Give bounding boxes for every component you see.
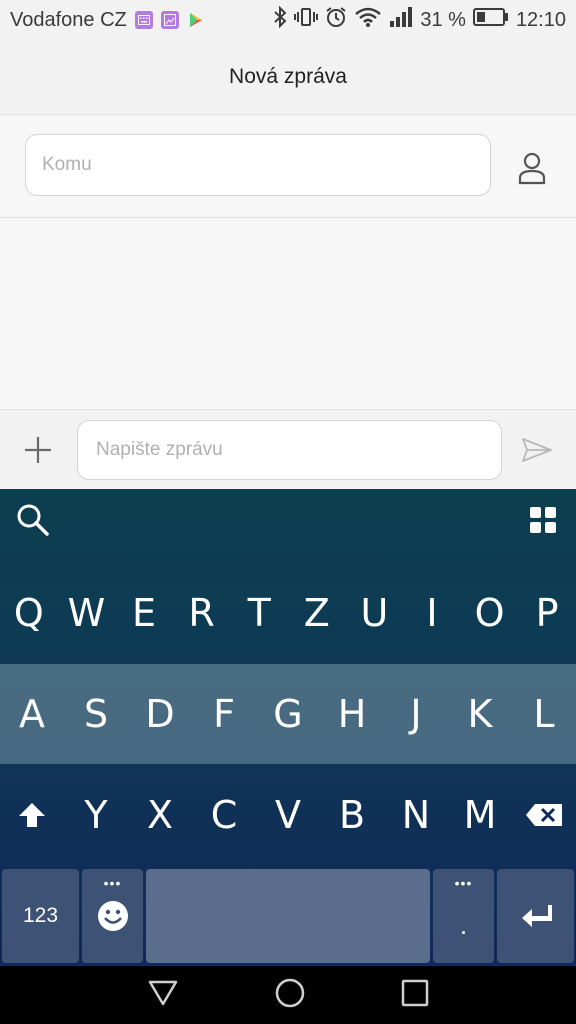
battery-percent: 31 % — [420, 8, 466, 31]
smiley-icon — [97, 901, 128, 931]
key-b[interactable]: B — [320, 765, 384, 865]
status-bar: Vodafone CZ 31 % 12:10 — [0, 0, 576, 40]
key-z[interactable]: Z — [288, 563, 346, 663]
key-r[interactable]: R — [173, 563, 231, 663]
key-h[interactable]: H — [320, 664, 384, 764]
bluetooth-icon — [273, 5, 287, 34]
key-y[interactable]: Y — [64, 765, 128, 865]
search-icon — [17, 504, 49, 536]
keyboard-search-button[interactable] — [14, 501, 52, 539]
keyboard-row-3: Y X C V B N M — [0, 765, 576, 865]
home-button[interactable] — [274, 977, 306, 1014]
recents-button[interactable] — [401, 979, 429, 1012]
keyboard-row-1: Q W E R T Z U I O P — [0, 563, 576, 663]
key-c[interactable]: C — [192, 765, 256, 865]
alarm-icon — [325, 6, 347, 34]
compose-bar: Napište zprávu — [0, 409, 576, 489]
key-m[interactable]: M — [448, 765, 512, 865]
contacts-button[interactable] — [508, 144, 556, 192]
key-j[interactable]: J — [384, 664, 448, 764]
message-input[interactable]: Napište zprávu — [77, 420, 502, 480]
send-button[interactable] — [516, 430, 558, 470]
recipient-area: Komu — [0, 116, 576, 218]
emoji-more-dots: ••• — [103, 875, 122, 891]
keyboard-row-4: 123 ••• ••• . — [0, 867, 576, 963]
carrier-name: Vodafone CZ — [10, 8, 127, 31]
space-key[interactable] — [146, 869, 430, 963]
message-placeholder: Napište zprávu — [96, 439, 223, 460]
play-store-notification-icon — [187, 11, 205, 29]
shift-icon — [19, 803, 45, 827]
key-l[interactable]: L — [512, 664, 576, 764]
clock: 12:10 — [515, 8, 566, 31]
image-notification-icon — [160, 11, 179, 29]
send-icon — [522, 438, 552, 462]
key-x[interactable]: X — [128, 765, 192, 865]
key-a[interactable]: A — [0, 664, 64, 764]
key-f[interactable]: F — [192, 664, 256, 764]
back-triangle-icon — [149, 980, 178, 1005]
recipient-placeholder: Komu — [42, 154, 92, 175]
keyboard-row-2: A S D F G H J K L — [0, 664, 576, 764]
numbers-key[interactable]: 123 — [2, 869, 79, 963]
plus-icon — [25, 437, 51, 463]
key-s[interactable]: S — [64, 664, 128, 764]
key-t[interactable]: T — [230, 563, 288, 663]
recents-square-icon — [401, 979, 428, 1006]
battery-icon — [472, 8, 509, 32]
key-d[interactable]: D — [128, 664, 192, 764]
keyboard-menu-button[interactable] — [526, 503, 560, 537]
key-k[interactable]: K — [448, 664, 512, 764]
key-w[interactable]: W — [58, 563, 116, 663]
key-e[interactable]: E — [115, 563, 173, 663]
key-v[interactable]: V — [256, 765, 320, 865]
enter-key[interactable] — [497, 869, 574, 963]
wifi-icon — [354, 6, 382, 34]
period-key[interactable]: ••• . — [433, 869, 494, 963]
message-area — [0, 219, 576, 409]
keyboard-toolbar — [0, 489, 576, 553]
key-u[interactable]: U — [346, 563, 404, 663]
key-o[interactable]: O — [461, 563, 519, 663]
header: Nová zpráva — [0, 40, 576, 115]
home-circle-icon — [275, 978, 305, 1007]
key-g[interactable]: G — [256, 664, 320, 764]
attach-button[interactable] — [18, 430, 58, 470]
backspace-icon — [526, 804, 562, 826]
back-button[interactable] — [147, 979, 179, 1012]
backspace-key[interactable] — [512, 765, 576, 865]
key-q[interactable]: Q — [0, 563, 58, 663]
key-i[interactable]: I — [403, 563, 461, 663]
key-n[interactable]: N — [384, 765, 448, 865]
navigation-bar — [0, 966, 576, 1024]
period-more-dots: ••• — [454, 875, 473, 891]
keyboard: Q W E R T Z U I O P A S D F G H J K L Y … — [0, 489, 576, 966]
numbers-key-label: 123 — [22, 904, 59, 927]
period-key-label: . — [459, 909, 468, 940]
person-icon — [518, 152, 546, 185]
recipient-input[interactable]: Komu — [25, 134, 491, 196]
keyboard-notification-icon — [134, 11, 153, 29]
emoji-key[interactable]: ••• — [82, 869, 143, 963]
vibrate-icon — [294, 7, 319, 33]
signal-icon — [389, 7, 413, 33]
page-title: Nová zpráva — [229, 65, 347, 88]
key-p[interactable]: P — [518, 563, 576, 663]
shift-key[interactable] — [0, 765, 64, 865]
enter-icon — [521, 905, 552, 927]
grid-icon — [530, 507, 556, 533]
